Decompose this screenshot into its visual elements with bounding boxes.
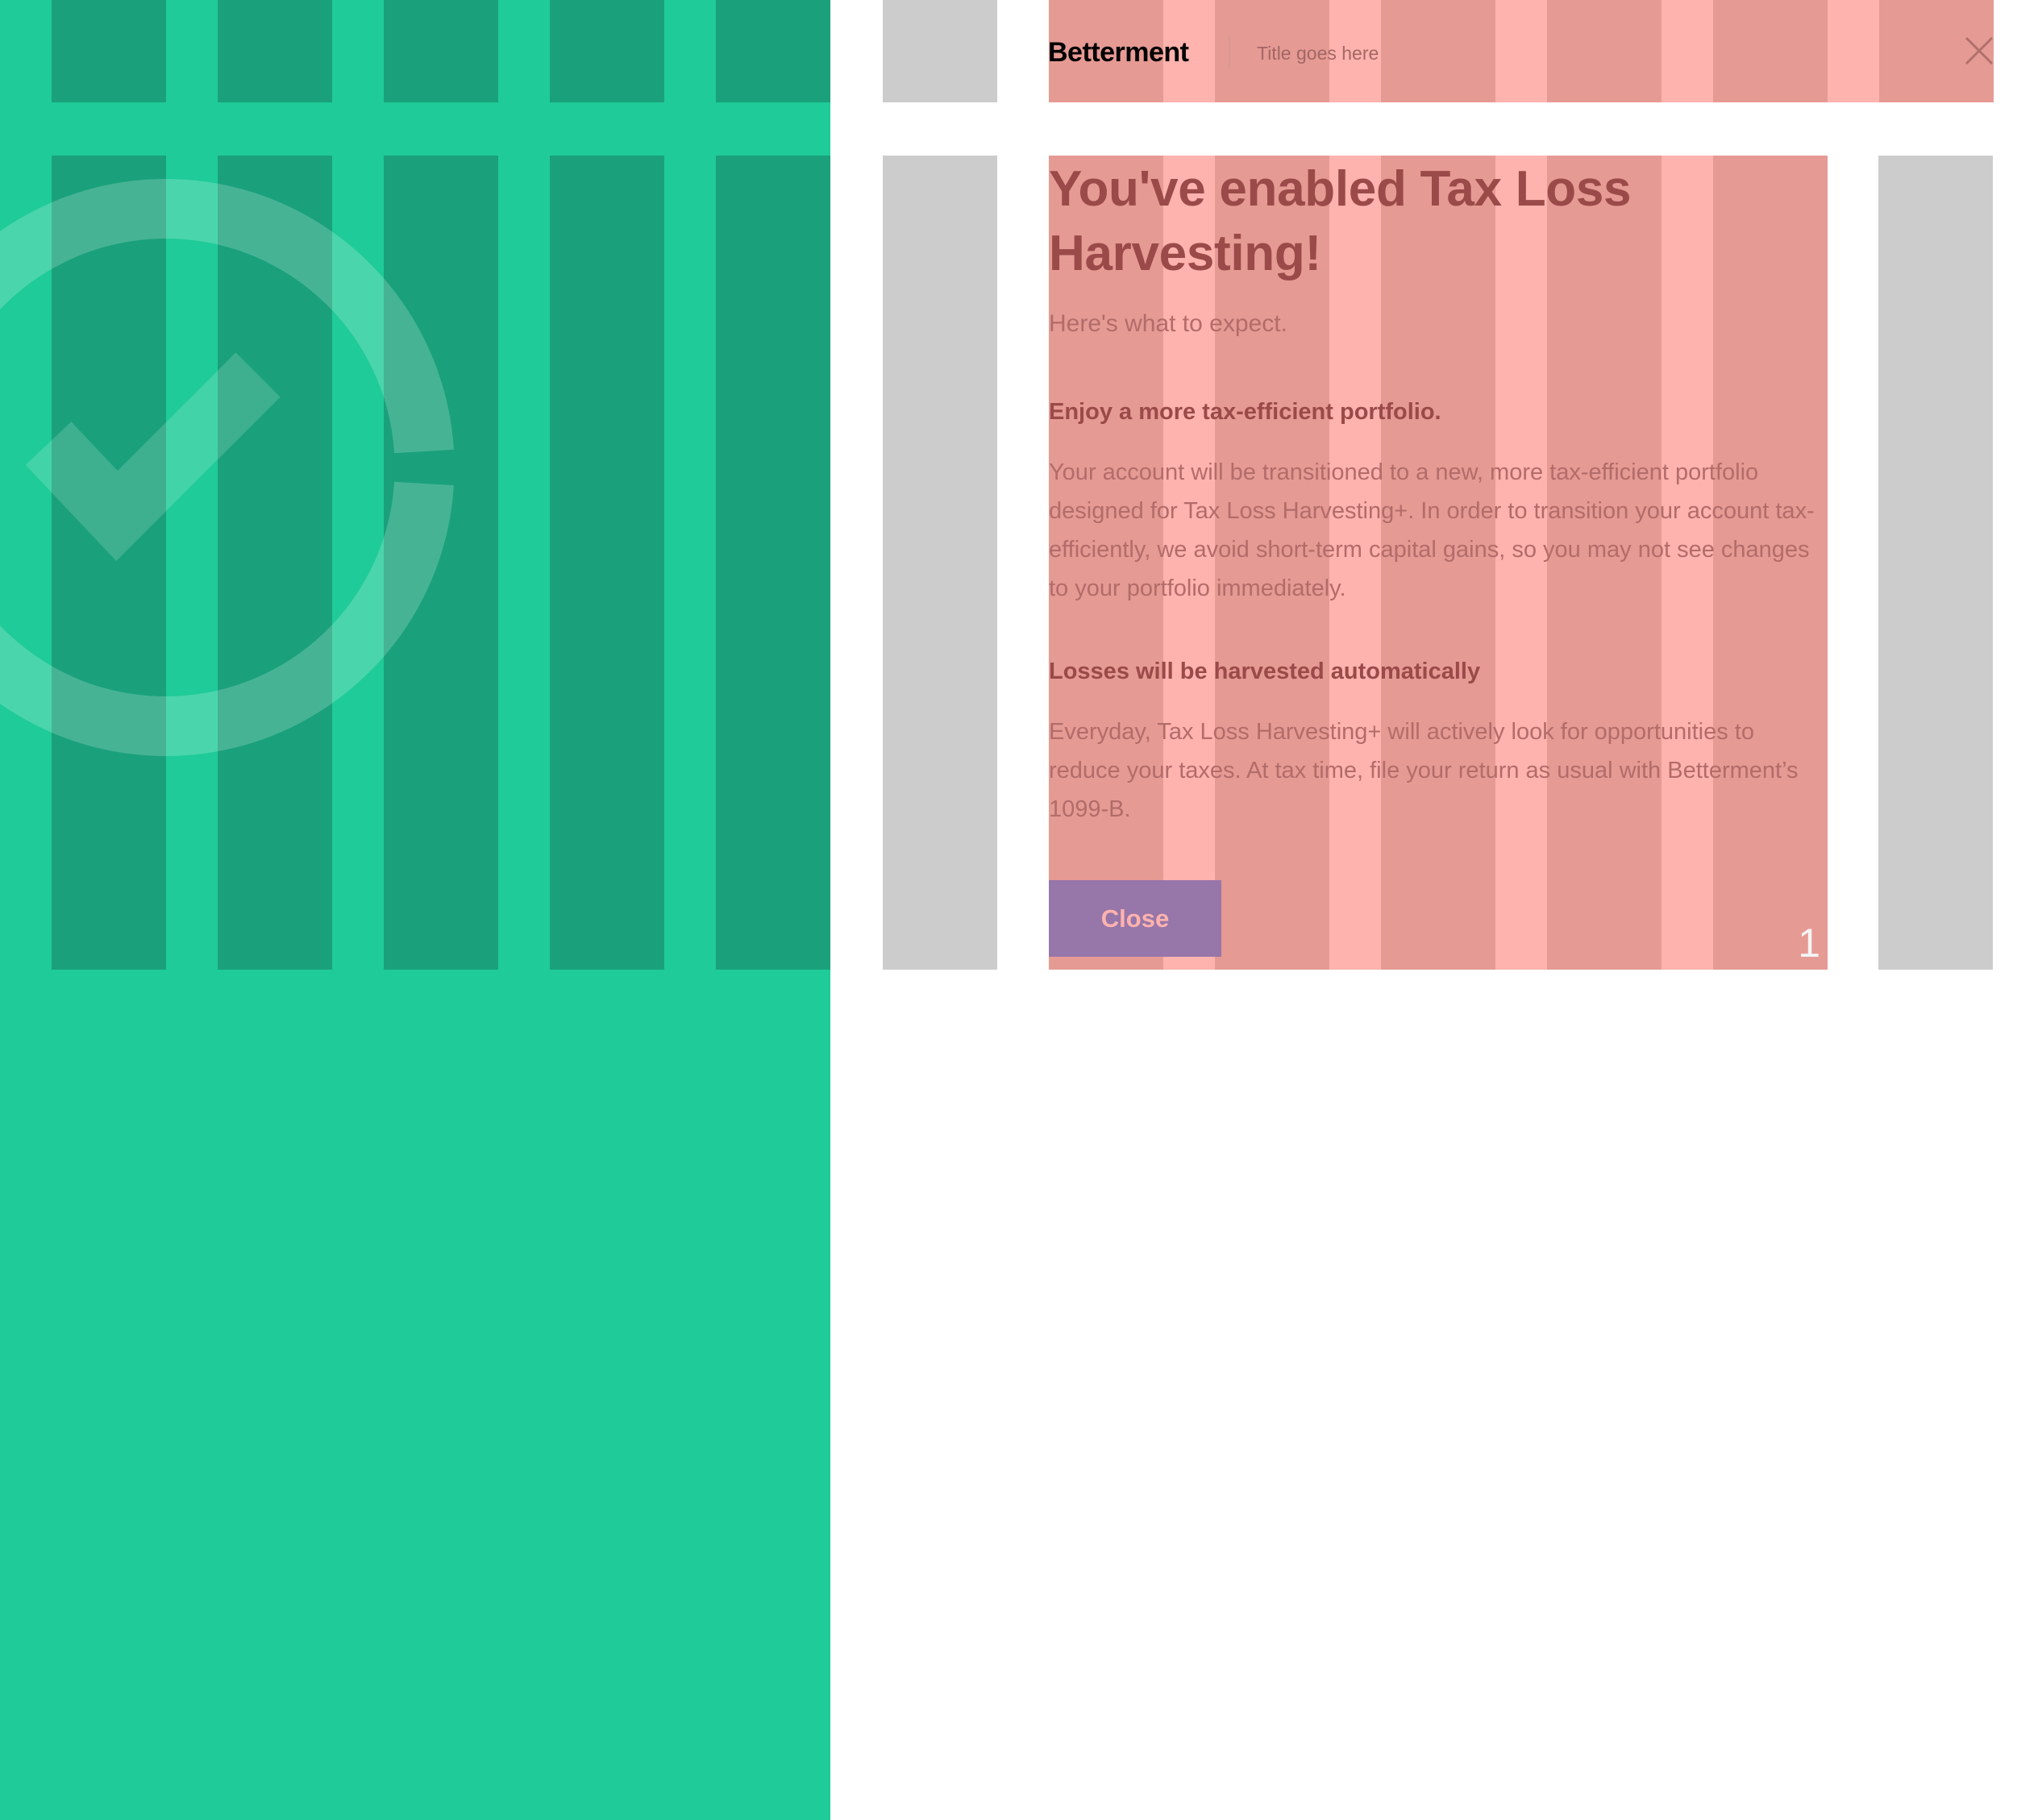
header-divider: [1229, 35, 1230, 68]
grid-column: [1878, 156, 1993, 970]
page-number: 1: [1798, 920, 1820, 966]
section-title: Losses will be harvested automatically: [1049, 659, 1481, 684]
subtitle: Here's what to expect.: [1049, 310, 1287, 337]
brand-logo: Betterment: [1048, 37, 1189, 68]
close-button[interactable]: Close: [1049, 880, 1221, 957]
header-title: Title goes here: [1257, 43, 1379, 64]
section-title: Enjoy a more tax-efficient portfolio.: [1049, 399, 1441, 425]
grid-column: [1381, 0, 1495, 102]
close-icon[interactable]: [1964, 35, 1994, 66]
section-body: Everyday, Tax Loss Harvesting+ will acti…: [1049, 719, 1799, 822]
grid-column: [1713, 0, 1828, 102]
header-grid: [1049, 0, 1994, 102]
grid-column: [883, 156, 997, 970]
checkmark-circle-icon: [0, 179, 454, 756]
section-body: Your account will be transitioned to a n…: [1049, 459, 1815, 601]
modal-content: You've enabled Tax Loss Harvesting! Here…: [1049, 157, 1823, 829]
grid-column: [1547, 0, 1662, 102]
illustration-panel: [0, 0, 830, 1820]
page-title: You've enabled Tax Loss Harvesting!: [1049, 161, 1632, 281]
grid-column: [883, 0, 997, 102]
